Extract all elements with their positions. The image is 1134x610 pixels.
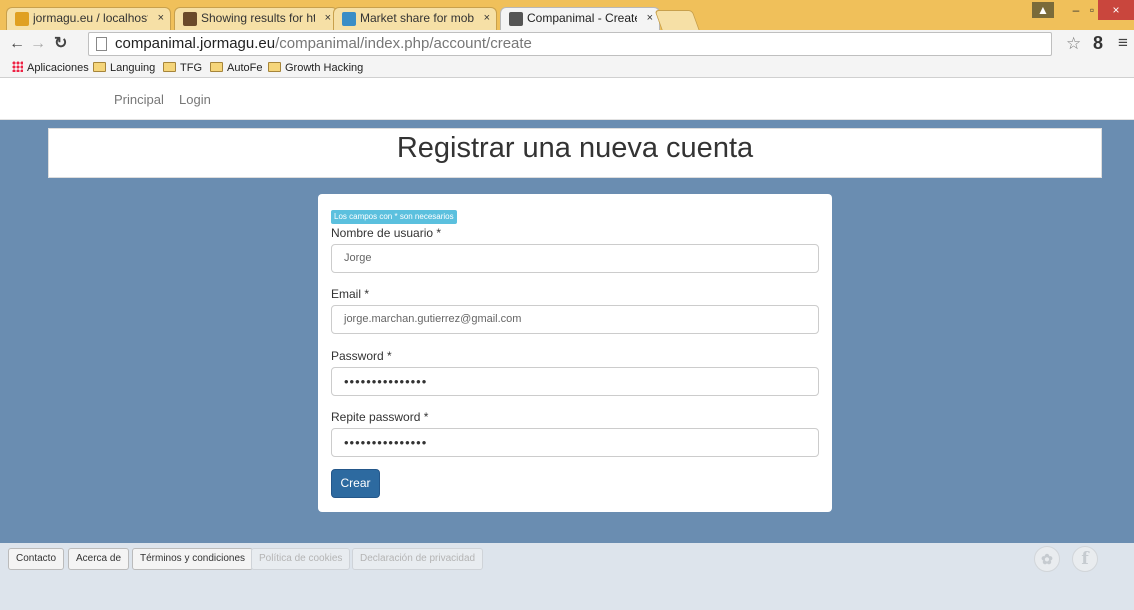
browser-tab[interactable]: jormagu.eu / localhost / c × <box>6 7 171 30</box>
twitter-icon[interactable]: ✿ <box>1034 546 1060 572</box>
browser-tab[interactable]: Showing results for http:/ × <box>174 7 338 30</box>
close-window-button[interactable]: × <box>1098 0 1134 20</box>
tab-close-icon[interactable]: × <box>158 8 164 29</box>
browser-tabstrip: jormagu.eu / localhost / c × Showing res… <box>0 0 1134 31</box>
facebook-icon[interactable]: f <box>1072 546 1098 572</box>
page-title: Registrar una nueva cuenta <box>396 132 754 164</box>
browser-toolbar: ← → ↻ companimal.jormagu.eu/companimal/i… <box>0 30 1134 58</box>
bookmark-folder[interactable]: AutoFe <box>210 59 262 77</box>
bookmark-label: AutoFe <box>227 62 263 74</box>
repeat-password-input[interactable]: ••••••••••••••• <box>331 428 819 457</box>
bookmark-star-icon[interactable]: ☆ <box>1066 34 1081 54</box>
folder-icon <box>268 62 281 72</box>
url-path: /companimal/index.php/account/create <box>275 35 532 52</box>
footer-privacidad-button[interactable]: Declaración de privacidad <box>352 548 484 570</box>
tab-title: Market share for mobile, l <box>360 11 474 25</box>
chart-favicon-icon <box>342 12 356 26</box>
nav-link-login[interactable]: Login <box>179 92 211 107</box>
phpmyadmin-favicon-icon <box>15 12 29 26</box>
tab-close-icon[interactable]: × <box>484 8 490 29</box>
nav-link-principal[interactable]: Principal <box>114 92 164 107</box>
bookmark-folder[interactable]: TFG <box>163 59 202 77</box>
folder-icon <box>93 62 106 72</box>
crear-button[interactable]: Crear <box>331 469 380 498</box>
bookmark-folder[interactable]: Growth Hacking <box>268 59 363 77</box>
username-label: Nombre de usuario * <box>331 226 442 240</box>
repeat-password-label: Repite password * <box>331 410 429 424</box>
tab-title: Showing results for http:/ <box>201 11 315 25</box>
site-footer: Contacto Acerca de Términos y condicione… <box>0 543 1134 610</box>
folder-icon <box>210 62 223 72</box>
profile-icon[interactable]: ▲ <box>1032 2 1054 18</box>
email-input[interactable]: jorge.marchan.gutierrez@gmail.com <box>331 305 819 334</box>
bookmark-label: TFG <box>180 62 202 74</box>
bookmark-label: Growth Hacking <box>285 62 364 74</box>
password-input[interactable]: ••••••••••••••• <box>331 367 819 396</box>
bookmarks-bar: Aplicaciones Languing TFG AutoFe Growth … <box>0 58 1134 78</box>
username-input[interactable]: Jorge <box>331 244 819 273</box>
tab-title: jormagu.eu / localhost / c <box>33 11 148 25</box>
page-viewport: Principal Login Registrar una nueva cuen… <box>0 79 1134 610</box>
menu-icon[interactable]: ≡ <box>1118 33 1128 53</box>
register-form: Los campos con * son necesarios Nombre d… <box>318 194 832 512</box>
tab-close-icon[interactable]: × <box>647 8 653 29</box>
tab-title: Companimal - Create Acc <box>527 11 637 25</box>
bookmark-label: Aplicaciones <box>27 62 89 74</box>
tab-close-icon[interactable]: × <box>325 8 331 29</box>
page-header: Registrar una nueva cuenta <box>48 128 1102 178</box>
page-icon <box>96 37 107 51</box>
folder-icon <box>163 62 176 72</box>
bookmark-label: Languing <box>110 62 156 74</box>
extension-icon[interactable]: 8 <box>1093 33 1103 54</box>
browser-tab[interactable]: Market share for mobile, l × <box>333 7 497 30</box>
paw-favicon-icon <box>509 12 523 26</box>
required-fields-badge: Los campos con * son necesarios <box>331 210 457 224</box>
bookmark-apps[interactable]: Aplicaciones <box>12 59 89 77</box>
footer-cookies-button[interactable]: Política de cookies <box>251 548 351 570</box>
apps-grid-icon <box>12 61 23 72</box>
back-arrow-icon[interactable]: ← <box>9 34 25 54</box>
url-text: companimal.jormagu.eu/companimal/index.p… <box>115 33 532 55</box>
url-host: companimal.jormagu.eu <box>115 35 276 52</box>
email-label: Email * <box>331 287 370 301</box>
footer-contacto-button[interactable]: Contacto <box>8 548 65 570</box>
site-favicon-icon <box>183 12 197 26</box>
forward-arrow-icon[interactable]: → <box>30 34 46 54</box>
password-label: Password * <box>331 349 392 363</box>
new-tab-button[interactable] <box>654 10 700 30</box>
reload-icon[interactable]: ↻ <box>54 34 67 54</box>
bookmark-folder[interactable]: Languing <box>93 59 155 77</box>
browser-tab-active[interactable]: Companimal - Create Acc × <box>500 7 660 31</box>
footer-acerca-button[interactable]: Acerca de <box>68 548 130 570</box>
site-navbar: Principal Login <box>0 79 1134 120</box>
address-bar[interactable]: companimal.jormagu.eu/companimal/index.p… <box>88 32 1052 56</box>
footer-terminos-button[interactable]: Términos y condiciones <box>132 548 254 570</box>
